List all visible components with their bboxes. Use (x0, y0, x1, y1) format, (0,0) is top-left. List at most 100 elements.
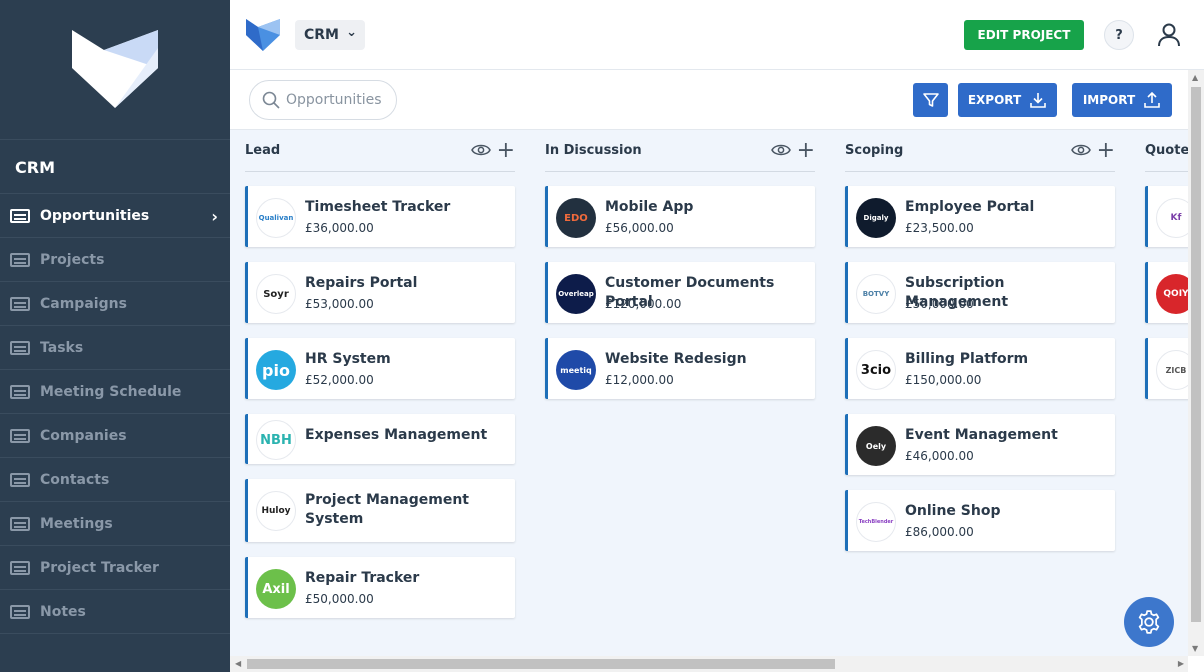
company-logo: 3cio (856, 350, 896, 390)
eye-icon[interactable] (771, 142, 791, 158)
export-button[interactable]: EXPORT (958, 83, 1057, 117)
sidebar-item-opportunities[interactable]: Opportunities › (0, 194, 230, 238)
opportunity-card[interactable]: Digaly Employee Portal £23,500.00 (845, 186, 1115, 247)
horizontal-scrollbar[interactable]: ◀ ▶ (230, 656, 1188, 672)
card-title: HR System (305, 351, 391, 367)
export-label: EXPORT (967, 93, 1022, 107)
card-title: Website Redesign (605, 351, 747, 367)
brand-logo (0, 0, 230, 140)
company-logo: EDO (556, 198, 596, 238)
table-icon (10, 604, 30, 619)
add-card-icon[interactable]: + (1097, 138, 1115, 163)
card-value: £53,000.00 (305, 297, 374, 311)
opportunity-card[interactable]: Qualivan Timesheet Tracker £36,000.00 (245, 186, 515, 247)
card-value: £50,000.00 (305, 592, 374, 606)
opportunity-card[interactable]: NBH Expenses Management (245, 414, 515, 464)
opportunity-card[interactable]: 3cio Billing Platform £150,000.00 (845, 338, 1115, 399)
app-select[interactable]: CRM ⌄ (295, 20, 365, 50)
opportunity-card[interactable]: Oely Event Management £46,000.00 (845, 414, 1115, 475)
scroll-right-icon[interactable]: ▶ (1178, 659, 1184, 668)
add-card-icon[interactable]: + (797, 138, 815, 163)
edit-project-button[interactable]: EDIT PROJECT (964, 20, 1084, 50)
vertical-scroll-thumb[interactable] (1191, 87, 1201, 622)
scroll-up-icon[interactable]: ▲ (1192, 73, 1198, 82)
table-icon (10, 428, 30, 443)
sidebar-item-contacts[interactable]: Contacts (0, 458, 230, 502)
import-button[interactable]: IMPORT (1072, 83, 1172, 117)
column-title: Scoping (845, 143, 904, 158)
opportunity-card[interactable]: ZICB (1145, 338, 1188, 399)
column-lead: Lead + Qualivan Timesheet Tracker £36,00… (245, 130, 515, 633)
opportunity-card[interactable]: QOIY (1145, 262, 1188, 323)
company-logo: ZICB (1156, 350, 1188, 390)
add-card-icon[interactable]: + (497, 138, 515, 163)
kanban-icon (10, 208, 30, 223)
sidebar-item-projects[interactable]: Projects (0, 238, 230, 282)
opportunity-card[interactable]: TechBlender Online Shop £86,000.00 (845, 490, 1115, 551)
opportunity-card[interactable]: Kf (1145, 186, 1188, 247)
sidebar-item-campaigns[interactable]: Campaigns (0, 282, 230, 326)
opportunity-card[interactable]: EDO Mobile App £56,000.00 (545, 186, 815, 247)
vertical-scrollbar[interactable]: ▲ ▼ (1188, 70, 1204, 656)
column-scoping: Scoping + Digaly Employee Portal £23,500… (845, 130, 1115, 566)
kanban-board: Lead + Qualivan Timesheet Tracker £36,00… (230, 130, 1188, 656)
user-icon[interactable] (1156, 22, 1182, 48)
toolbar: Opportunities EXPORT IMPORT (230, 70, 1188, 130)
sidebar-item-project-tracker[interactable]: Project Tracker (0, 546, 230, 590)
eye-icon[interactable] (1071, 142, 1091, 158)
company-logo: QOIY (1156, 274, 1188, 314)
company-logo: meetiq (556, 350, 596, 390)
sidebar-item-meeting-schedule[interactable]: Meeting Schedule (0, 370, 230, 414)
company-logo: Soyr (256, 274, 296, 314)
opportunity-card[interactable]: pio HR System £52,000.00 (245, 338, 515, 399)
opportunity-card[interactable]: meetiq Website Redesign £12,000.00 (545, 338, 815, 399)
sidebar-item-label: Notes (40, 603, 86, 620)
card-value: £23,500.00 (905, 221, 974, 235)
opportunity-card[interactable]: Overleap Customer Documents Portal £120,… (545, 262, 815, 323)
calendar-icon (10, 384, 30, 399)
company-logo: NBH (256, 420, 296, 460)
sidebar-item-label: Opportunities (40, 207, 150, 224)
column-in-discussion: In Discussion + EDO Mobile App £56,000.0… (545, 130, 815, 414)
table-icon (10, 340, 30, 355)
company-logo: pio (256, 350, 296, 390)
opportunity-card[interactable]: Axil Repair Tracker £50,000.00 (245, 557, 515, 618)
sidebar-item-meetings[interactable]: Meetings (0, 502, 230, 546)
card-value: £120,000.00 (605, 297, 682, 311)
search-placeholder: Opportunities (286, 92, 382, 108)
opportunity-card[interactable]: Huloy Project Management System (245, 479, 515, 542)
sidebar-item-tasks[interactable]: Tasks (0, 326, 230, 370)
sidebar-item-companies[interactable]: Companies (0, 414, 230, 458)
company-logo: Kf (1156, 198, 1188, 238)
sidebar-item-notes[interactable]: Notes (0, 590, 230, 634)
card-value: £86,000.00 (905, 525, 974, 539)
calendar-icon (10, 560, 30, 575)
card-title: Repair Tracker (305, 570, 420, 586)
filter-button[interactable] (913, 83, 948, 117)
help-button[interactable]: ? (1104, 20, 1134, 50)
settings-button[interactable] (1124, 597, 1174, 647)
chevron-down-icon: ⌄ (346, 25, 357, 40)
card-title: Employee Portal (905, 199, 1035, 215)
card-value: £50,000.00 (905, 297, 974, 311)
card-value: £36,000.00 (305, 221, 374, 235)
company-logo: Digaly (856, 198, 896, 238)
card-title: Billing Platform (905, 351, 1029, 367)
card-value: £150,000.00 (905, 373, 982, 387)
eye-icon[interactable] (471, 142, 491, 158)
company-logo: Qualivan (256, 198, 296, 238)
company-logo: Overleap (556, 274, 596, 314)
company-logo: Huloy (256, 491, 296, 531)
search-input[interactable]: Opportunities (249, 80, 397, 120)
column-title: Quote (1145, 143, 1188, 158)
card-value: £12,000.00 (605, 373, 674, 387)
card-value: £46,000.00 (905, 449, 974, 463)
scroll-down-icon[interactable]: ▼ (1192, 644, 1198, 653)
horizontal-scroll-thumb[interactable] (247, 659, 835, 669)
opportunity-card[interactable]: Soyr Repairs Portal £53,000.00 (245, 262, 515, 323)
opportunity-card[interactable]: BOTVY Subscription Management £50,000.00 (845, 262, 1115, 323)
upload-icon (1144, 91, 1160, 108)
sidebar-item-label: Projects (40, 251, 105, 268)
scroll-left-icon[interactable]: ◀ (235, 659, 241, 668)
table-icon (10, 296, 30, 311)
